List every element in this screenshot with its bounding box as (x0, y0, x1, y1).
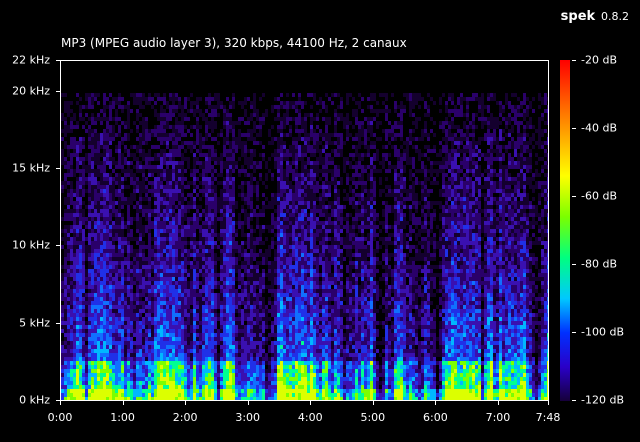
time-tick (122, 401, 124, 405)
time-tick-label: 0:00 (47, 411, 73, 424)
frequency-tick (56, 90, 60, 92)
spectrogram-plot (60, 60, 549, 401)
intensity-tick (572, 332, 576, 333)
app-version: 0.8.2 (601, 10, 629, 23)
intensity-tick-label: -60 dB (581, 189, 617, 203)
time-tick-label: 7:48 (535, 411, 561, 424)
app-brand: spek 0.8.2 (561, 9, 629, 24)
intensity-tick (572, 264, 576, 265)
intensity-tick-label: -80 dB (581, 257, 617, 271)
intensity-tick-label: -100 dB (581, 325, 624, 339)
frequency-tick-label: 10 kHz (12, 238, 50, 252)
time-tick-label: 4:00 (297, 411, 323, 424)
time-tick-label: 3:00 (235, 411, 261, 424)
frequency-tick (56, 60, 60, 61)
spectrogram-image (61, 61, 548, 400)
time-tick-label: 2:00 (172, 411, 198, 424)
frequency-tick (56, 168, 60, 170)
frequency-tick-label: 20 kHz (12, 84, 50, 98)
time-tick (247, 401, 249, 405)
time-tick-label: 6:00 (423, 411, 448, 424)
intensity-tick-label: -20 dB (581, 53, 617, 67)
intensity-tick (572, 60, 576, 61)
time-tick (310, 401, 312, 405)
frequency-tick-label: 5 kHz (19, 316, 50, 330)
app-name: spek (560, 9, 596, 24)
intensity-tick (572, 400, 576, 401)
intensity-tick (572, 196, 576, 197)
frequency-tick (56, 245, 60, 247)
time-tick (372, 401, 374, 405)
time-tick (548, 401, 549, 405)
frequency-tick-label: 22 kHz (12, 53, 50, 67)
time-tick-label: 5:00 (360, 411, 386, 424)
intensity-colorbar (560, 60, 570, 401)
intensity-tick-label: -40 dB (581, 121, 617, 135)
file-info: MP3 (MPEG audio layer 3), 320 kbps, 4410… (61, 36, 407, 50)
time-tick (435, 401, 437, 405)
frequency-tick (56, 322, 60, 324)
time-tick-label: 7:00 (485, 411, 511, 424)
time-tick (185, 401, 187, 405)
frequency-tick-label: 0 kHz (19, 393, 50, 407)
frequency-tick-label: 15 kHz (12, 161, 50, 175)
time-tick (60, 401, 61, 405)
intensity-tick-label: -120 dB (581, 393, 624, 407)
intensity-tick (572, 128, 576, 129)
time-tick-label: 1:00 (110, 411, 135, 424)
time-tick (497, 401, 499, 405)
